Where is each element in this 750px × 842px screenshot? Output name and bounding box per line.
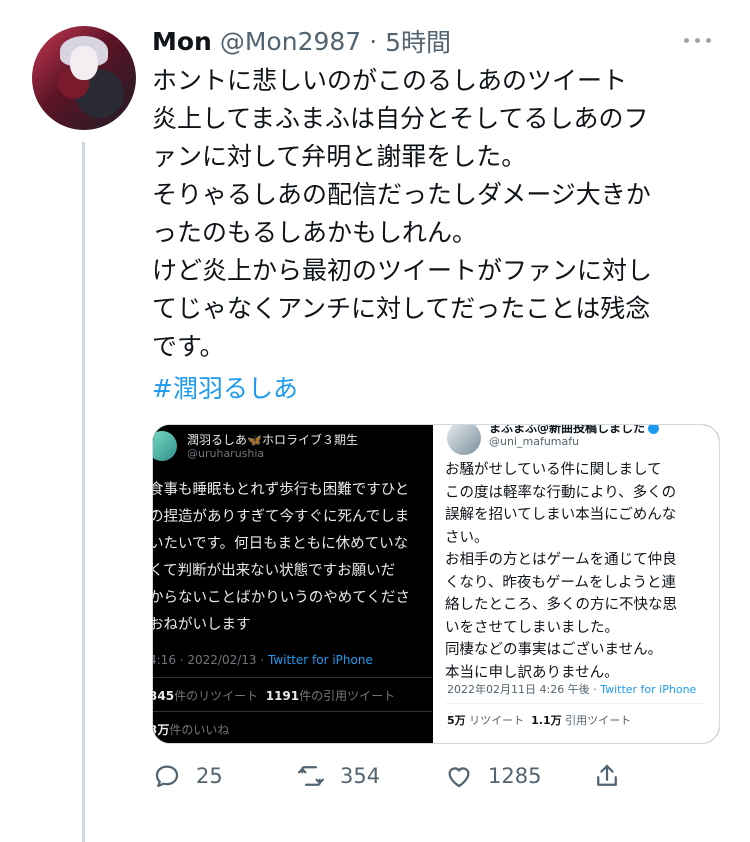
embedded-line: おねがいします (153, 617, 251, 633)
tweet-line: てじゃなくアンチに対してだったことは残念 (152, 294, 651, 323)
embedded-author-handle: @uni_mafumafu (489, 435, 580, 448)
divider (153, 711, 432, 712)
embedded-line: いたいです。何日もまともに休めていな (153, 536, 409, 552)
divider (445, 703, 707, 704)
retweet-icon (298, 766, 324, 786)
tweet-line: ホントに悲しいのがこのるしあのツイート (152, 66, 628, 95)
author-handle[interactable]: @Mon2987 (220, 27, 361, 56)
screenshot-right[interactable]: まふまふ@新曲投稿しました @uni_mafumafu お騒がせしている件に関し… (433, 425, 719, 743)
embedded-line: お相手の方とはゲームを通じて仲良 (445, 552, 677, 568)
reply-count: 25 (196, 764, 223, 788)
tweet-line: 炎上してまふまふは自分とそしてるしあのフ (152, 104, 649, 133)
embedded-tweet-text: 食事も睡眠もとれず歩行も困難ですひと の捏造がありすぎて今すぐに死んでしま いた… (153, 477, 432, 639)
retweet-button[interactable]: 354 (296, 756, 380, 796)
tweet-line: ったのもるしあかもしれん。 (152, 218, 478, 247)
embedded-line: くなり、昨夜もゲームをしようと連 (445, 574, 676, 591)
embedded-line: 絡したところ、多くの方に不快な思 (445, 597, 677, 613)
tweet-line: けど炎上から最初のツイートがファンに対し (152, 256, 653, 285)
screenshot-left[interactable]: 潤羽るしあ🦋ホロライブ３期生 @uruharushia 食事も睡眠もとれず歩行も… (153, 425, 432, 743)
tweet-time[interactable]: 5時間 (385, 23, 451, 59)
embedded-line: 誤解を招いてしまい本当にごめんな (445, 507, 677, 523)
embedded-stats: 345件のリツイート 1191件の引用ツイート (153, 689, 396, 703)
reply-button[interactable]: 25 (152, 756, 223, 796)
retweet-count: 354 (340, 764, 381, 788)
meta-separator: · (369, 26, 378, 56)
author-name[interactable]: Mon (152, 27, 212, 56)
thread-line (82, 142, 85, 842)
embedded-line: 食事も睡眠もとれず歩行も困難ですひと (153, 482, 410, 498)
embedded-line: の捏造がありすぎて今すぐに死んでしま (153, 509, 410, 525)
embedded-line: お騒がせしている件に関しまして (445, 462, 662, 478)
embedded-avatar (447, 425, 481, 455)
share-button[interactable] (592, 756, 622, 796)
embedded-line: からないことばかりいうのやめてくださ (153, 590, 410, 606)
more-icon[interactable] (684, 30, 720, 50)
embedded-timestamp: 4:16 · 2022/02/13 · Twitter for iPhone (153, 653, 373, 667)
reply-icon (155, 765, 179, 788)
embedded-avatar (153, 431, 177, 461)
embedded-line: さい。 (445, 529, 489, 546)
embedded-likes: 3万件のいいね (153, 723, 230, 737)
tweet-text: ホントに悲しいのがこのるしあのツイート 炎上してまふまふは自分とそしてるしあのフ… (152, 62, 732, 366)
embedded-line: 同棲などの事実はございません。 (445, 642, 663, 658)
like-button[interactable]: 1285 (444, 756, 541, 796)
tweet-actions: 25 354 1285 (152, 756, 622, 796)
share-icon (597, 764, 617, 786)
avatar-face (70, 46, 98, 80)
embedded-line: くて判断が出来ない状態ですお願いだ (153, 563, 396, 579)
embedded-tweet-text: お騒がせしている件に関しまして この度は軽率な行動により、多くの 誤解を招いてし… (445, 459, 715, 684)
embedded-author-name: 潤羽るしあ🦋ホロライブ３期生 (187, 433, 358, 447)
hashtag-link[interactable]: #潤羽るしあ (152, 370, 298, 408)
tweet-header: Mon @Mon2987 · 5時間 (152, 24, 451, 58)
media-attachment[interactable]: 潤羽るしあ🦋ホロライブ３期生 @uruharushia 食事も睡眠もとれず歩行も… (152, 424, 720, 744)
embedded-stats: 5万 リツイート 1.1万 引用ツイート (447, 714, 632, 727)
like-count: 1285 (488, 764, 542, 788)
tweet-line: です。 (152, 332, 225, 361)
tweet-line: そりゃるしあの配信だったしダメージ大きか (152, 180, 651, 209)
like-icon (448, 767, 470, 788)
avatar[interactable] (32, 26, 136, 130)
embedded-line: いをさせてしまいました。 (445, 619, 619, 636)
tweet-line: ァンに対して弁明と謝罪をした。 (152, 142, 527, 171)
embedded-author-handle: @uruharushia (187, 447, 265, 460)
divider (153, 677, 432, 678)
verified-badge-icon (648, 425, 660, 434)
embedded-line: この度は軽率な行動により、多くの (445, 484, 677, 501)
embedded-timestamp: 2022年02月11日 4:26 午後 · Twitter for iPhone (447, 683, 697, 696)
